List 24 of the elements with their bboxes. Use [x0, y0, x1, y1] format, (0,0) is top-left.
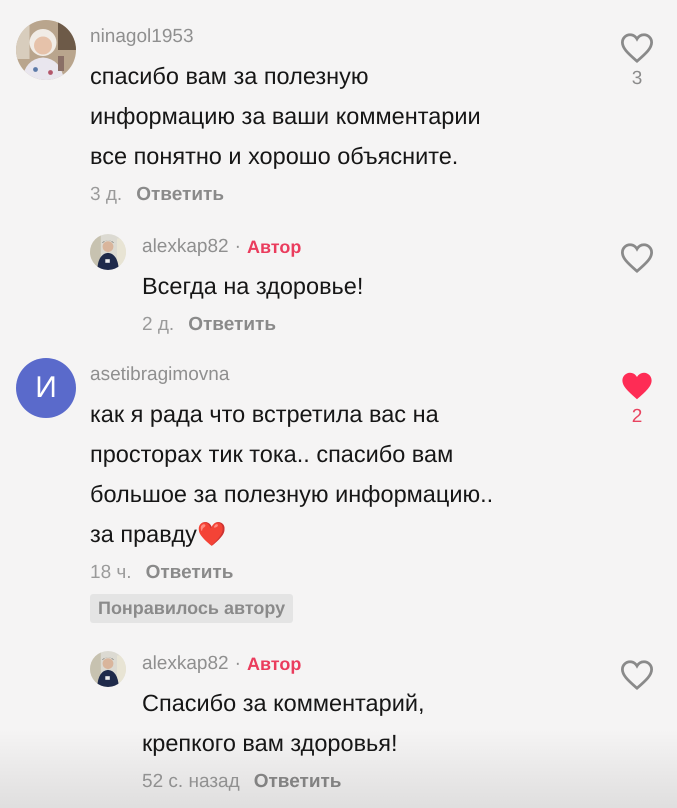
- username[interactable]: alexkap82: [142, 236, 229, 258]
- comment-text: как я рада что встретила вас на просторах тик тока.. спасибо вам большое за полезную информацию.. за правду❤: [90, 400, 494, 549]
- separator-dot: ·: [234, 653, 241, 675]
- username[interactable]: ninagol1953: [90, 26, 194, 48]
- avatar[interactable]: И: [16, 358, 76, 418]
- separator-dot: ·: [234, 236, 241, 258]
- timestamp: 2 д.: [142, 314, 174, 336]
- author-label: Автор: [246, 236, 302, 258]
- comment-text: спасибо вам за полезную информацию за ваши комментарии все понятно и хорошо объясните.: [90, 62, 481, 171]
- timestamp: 18 ч.: [90, 562, 132, 584]
- reply-link[interactable]: Ответить: [146, 562, 234, 584]
- comment-text: Спасибо за комментарий, крепкого вам здоровья!: [142, 689, 424, 758]
- timestamp: 52 с. назад: [142, 771, 240, 793]
- like-count: 2: [632, 406, 642, 428]
- reply-link[interactable]: Ответить: [188, 314, 276, 336]
- comment-text: Всегда на здоровье!: [142, 272, 364, 301]
- reply-link[interactable]: Ответить: [136, 184, 224, 206]
- like-count: 3: [632, 68, 642, 90]
- username[interactable]: asetibragimovna: [90, 364, 230, 386]
- username[interactable]: alexkap82: [142, 653, 229, 675]
- timestamp: 3 д.: [90, 184, 122, 206]
- reply-link[interactable]: Ответить: [254, 771, 342, 793]
- liked-by-author-tag: Понравилось автору: [90, 594, 294, 623]
- author-label: Автор: [246, 654, 302, 674]
